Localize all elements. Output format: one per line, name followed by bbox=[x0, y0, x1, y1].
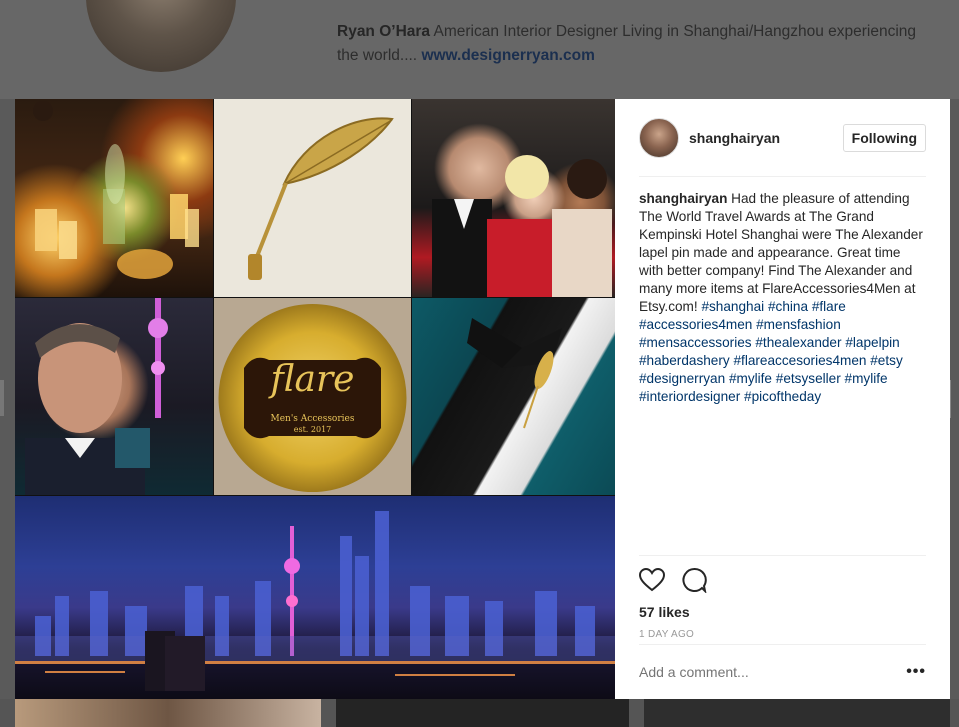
profile-bio: Ryan O’Hara American Interior Designer L… bbox=[337, 20, 937, 68]
hashtag-link[interactable]: #mensfashion bbox=[756, 317, 841, 332]
hashtag-link[interactable]: #interiordesigner bbox=[639, 389, 740, 404]
caption-hashtags: #shanghai #china #flare #accessories4men… bbox=[639, 299, 903, 404]
user-avatar[interactable] bbox=[639, 117, 679, 158]
photo-gala-group bbox=[412, 99, 615, 297]
profile-avatar bbox=[86, 0, 236, 72]
hashtag-link[interactable]: #shanghai bbox=[701, 299, 764, 314]
profile-website-link[interactable]: www.designerryan.com bbox=[421, 47, 594, 64]
photo-feather-lapel-pin bbox=[214, 99, 411, 297]
caption-text: Had the pleasure of attending The World … bbox=[639, 191, 923, 314]
profile-header-dimmed: Ryan O’Hara American Interior Designer L… bbox=[0, 0, 959, 99]
hashtag-link[interactable]: #designerryan bbox=[639, 371, 725, 386]
post-actions: 57 likes 1 DAY AGO bbox=[638, 555, 926, 640]
hashtag-link[interactable]: #china bbox=[768, 299, 808, 314]
background-grid-row bbox=[0, 699, 959, 727]
hashtag-link[interactable]: #etsy bbox=[870, 353, 903, 368]
post-sidebar: shanghairyan Following shanghairyan Had … bbox=[615, 99, 950, 699]
comment-box: ••• bbox=[639, 644, 926, 699]
next-arrow[interactable] bbox=[950, 380, 959, 418]
logo-title: flare bbox=[270, 359, 355, 400]
likes-count[interactable]: 57 likes bbox=[639, 604, 926, 620]
post-username[interactable]: shanghairyan bbox=[689, 130, 843, 146]
hashtag-link[interactable]: #mylife bbox=[845, 371, 888, 386]
heart-icon[interactable] bbox=[638, 567, 666, 597]
hashtag-link[interactable]: #lapelpin bbox=[845, 335, 899, 350]
more-options-icon[interactable]: ••• bbox=[906, 663, 926, 681]
post-caption: shanghairyan Had the pleasure of attendi… bbox=[639, 190, 926, 556]
hashtag-link[interactable]: #etsyseller bbox=[776, 371, 841, 386]
add-comment-input[interactable] bbox=[639, 664, 907, 680]
caption-username[interactable]: shanghairyan bbox=[639, 191, 727, 206]
post-photo-collage[interactable]: flare Men's Accessories est. 2017 bbox=[15, 99, 615, 699]
prev-arrow[interactable] bbox=[0, 380, 4, 416]
profile-name: Ryan O’Hara bbox=[337, 23, 431, 40]
hashtag-link[interactable]: #flare bbox=[812, 299, 846, 314]
background-thumbnail[interactable] bbox=[15, 699, 321, 727]
hashtag-link[interactable]: #haberdashery bbox=[639, 353, 730, 368]
photo-selfie-pearl-tower bbox=[15, 298, 213, 495]
hashtag-link[interactable]: #thealexander bbox=[755, 335, 841, 350]
hashtag-link[interactable]: #accessories4men bbox=[639, 317, 752, 332]
photo-candles-dinner bbox=[15, 99, 213, 297]
photo-shanghai-skyline bbox=[15, 496, 615, 699]
background-thumbnail[interactable] bbox=[336, 699, 629, 727]
hashtag-link[interactable]: #mensaccessories bbox=[639, 335, 752, 350]
hashtag-link[interactable]: #flareaccesories4men bbox=[733, 353, 866, 368]
logo-est: est. 2017 bbox=[293, 425, 332, 434]
photo-flare-logo: flare Men's Accessories est. 2017 bbox=[214, 298, 411, 495]
post-modal: flare Men's Accessories est. 2017 shangh… bbox=[15, 99, 950, 699]
background-thumbnail[interactable] bbox=[644, 699, 950, 727]
comment-icon[interactable] bbox=[681, 567, 707, 598]
post-header: shanghairyan Following bbox=[639, 99, 926, 177]
photo-tuxedo-lapel-pin bbox=[412, 298, 615, 495]
post-timestamp: 1 DAY AGO bbox=[639, 629, 695, 640]
hashtag-link[interactable]: #mylife bbox=[729, 371, 772, 386]
logo-subtitle: Men's Accessories bbox=[270, 414, 355, 424]
hashtag-link[interactable]: #picoftheday bbox=[744, 389, 821, 404]
following-button[interactable]: Following bbox=[842, 123, 926, 152]
